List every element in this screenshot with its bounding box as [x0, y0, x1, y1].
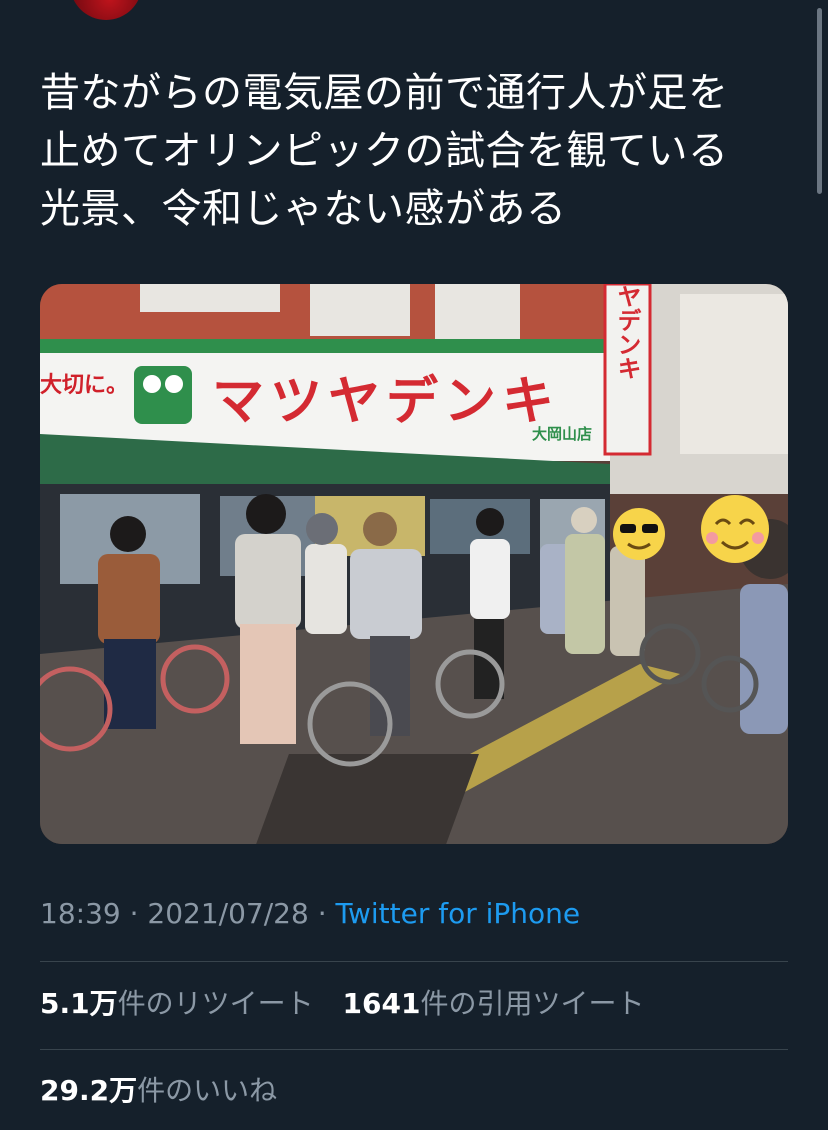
tweet-photo[interactable]: 大切に。 マツヤデンキ 大岡山店 マツヤデンキ: [40, 284, 788, 844]
tweet-text: 昔ながらの電気屋の前で通行人が足を 止めてオリンピックの試合を観ている 光景、令…: [40, 70, 729, 232]
building-window: [310, 284, 410, 336]
likes-label: 件のいいね: [137, 1074, 278, 1107]
meta-separator: ·: [120, 897, 148, 930]
quote-tweets-stat[interactable]: 1641件の引用ツイート: [343, 984, 645, 1024]
manhole-cover: [256, 754, 479, 844]
scrollbar[interactable]: [817, 8, 822, 194]
quote-tweets-label: 件の引用ツイート: [420, 987, 645, 1020]
sign-left-text: 大切に。: [40, 372, 128, 397]
divider: [40, 1049, 788, 1050]
building-window: [140, 284, 280, 312]
sunglasses-emoji-sticker: [613, 508, 665, 560]
share-stats: 5.1万件のリツイート 1641件の引用ツイート: [40, 984, 664, 1024]
avatar[interactable]: [70, 0, 142, 20]
tweet-meta: 18:39 · 2021/07/28 · Twitter for iPhone: [40, 894, 580, 934]
photo-illustration: 大切に。 マツヤデンキ 大岡山店 マツヤデンキ: [40, 284, 788, 844]
store-branch-text: 大岡山店: [532, 425, 592, 443]
likes-count: 29.2万: [40, 1074, 138, 1107]
store-logo-mark: [143, 375, 161, 393]
store-logo-mark: [165, 375, 183, 393]
retweets-stat[interactable]: 5.1万件のリツイート: [40, 984, 314, 1024]
store-sign-text: マツヤデンキ: [212, 372, 560, 432]
tweet-source-link[interactable]: Twitter for iPhone: [336, 897, 581, 930]
retweets-label: 件のリツイート: [117, 987, 314, 1020]
retweets-count: 5.1万: [40, 987, 118, 1020]
tweet-time[interactable]: 18:39: [40, 897, 121, 930]
likes-stat[interactable]: 29.2万件のいいね: [40, 1071, 277, 1111]
smiling-emoji-sticker: [701, 495, 769, 563]
neighbor-building-upper: [680, 294, 788, 454]
store-logo: [134, 366, 192, 424]
meta-separator: ·: [308, 897, 336, 930]
store-sign-stripe: [40, 339, 610, 353]
vertical-sign-text: マツヤデンキ: [613, 284, 641, 380]
quote-tweets-count: 1641: [342, 987, 421, 1020]
divider: [40, 961, 788, 962]
tweet-date[interactable]: 2021/07/28: [147, 897, 308, 930]
likes-stats: 29.2万件のいいね: [40, 1071, 297, 1111]
